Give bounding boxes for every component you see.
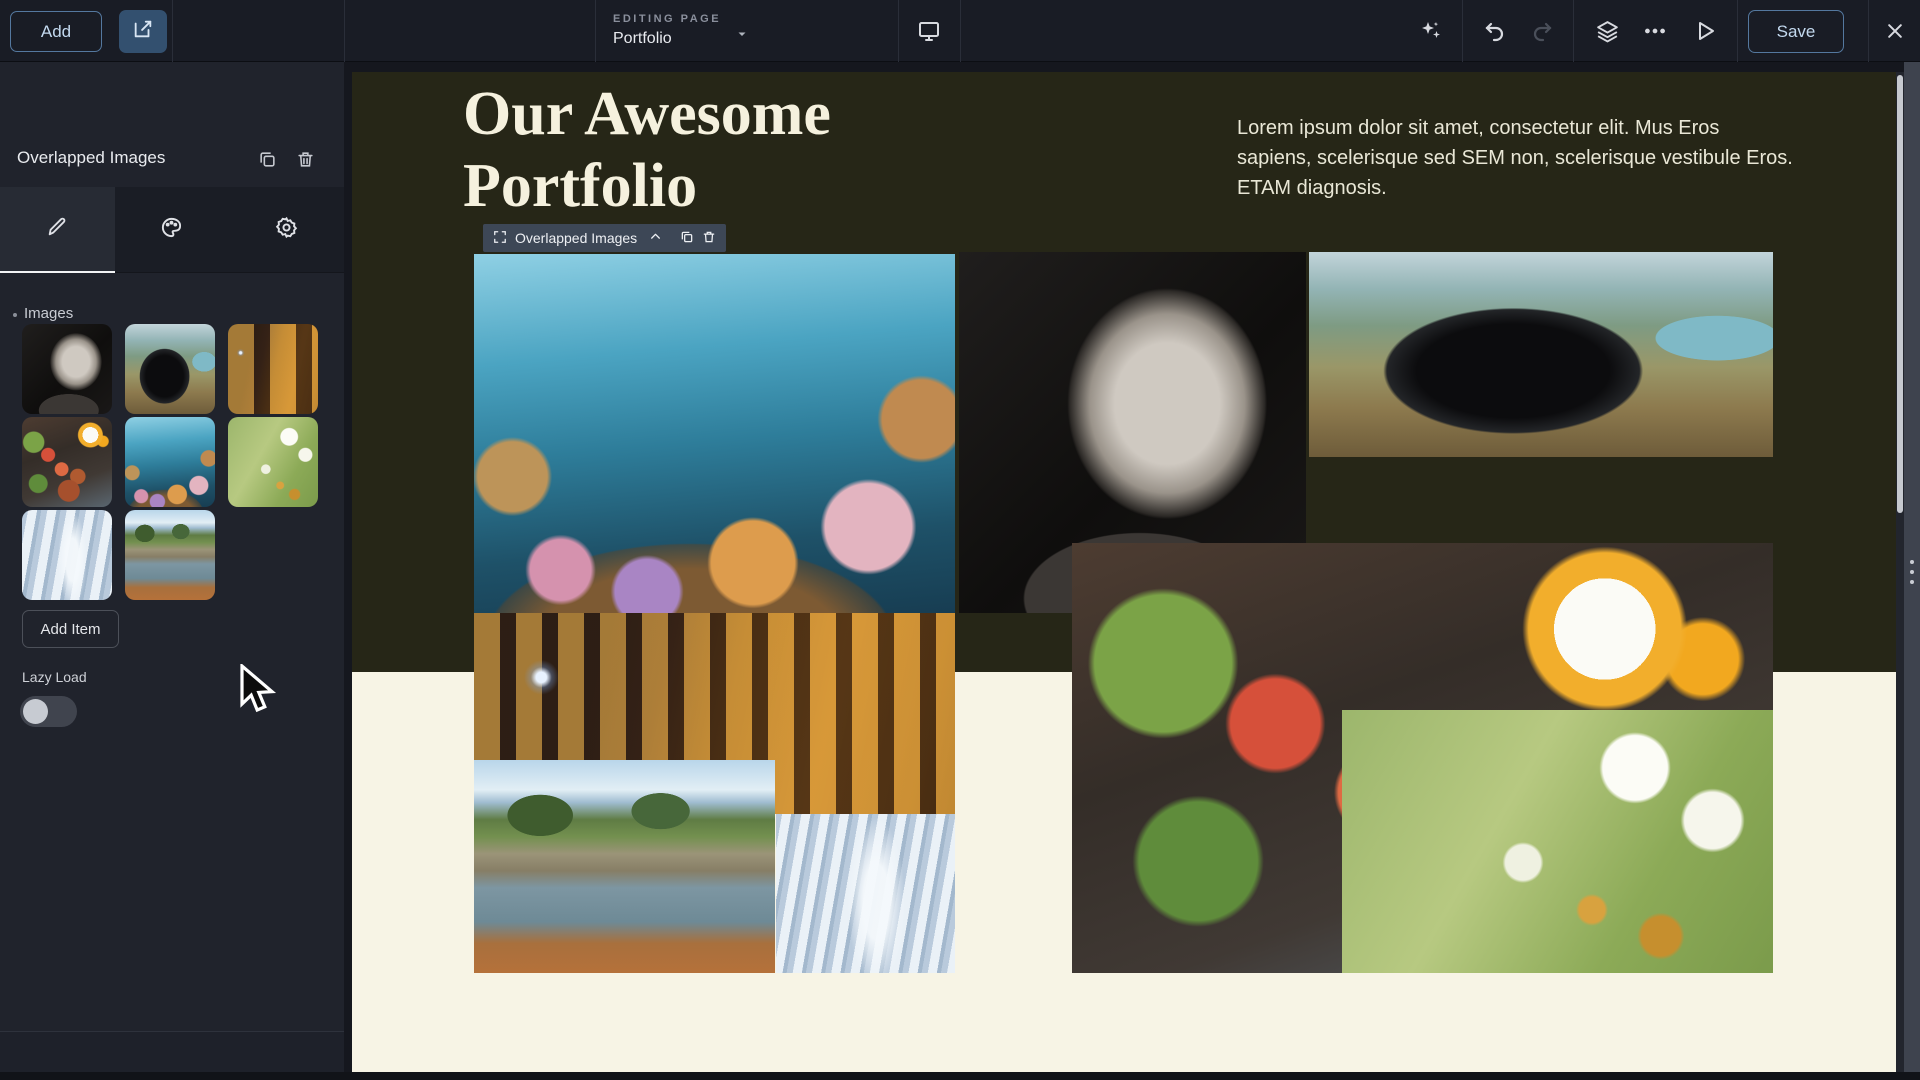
thumbnail-snowy-forest[interactable] xyxy=(22,510,112,600)
collage-image-elephants[interactable] xyxy=(474,760,775,973)
thumbnail-elephants[interactable] xyxy=(125,510,215,600)
tab-style[interactable] xyxy=(115,187,230,273)
canvas-scrollbar-thumb[interactable] xyxy=(1897,75,1903,513)
toolbar-divider xyxy=(960,0,961,62)
undo-icon[interactable] xyxy=(1472,0,1518,62)
window-bottom-edge xyxy=(0,1072,1920,1080)
collage-image-coral-reef[interactable] xyxy=(474,254,955,613)
toolbar-divider xyxy=(1462,0,1463,62)
ai-sparkles-icon[interactable] xyxy=(1408,0,1454,62)
selected-block-badge[interactable]: Overlapped Images xyxy=(483,224,726,252)
thumbnail-old-man-portrait[interactable] xyxy=(22,324,112,414)
add-button[interactable]: Add xyxy=(10,11,102,52)
collage-image-cinema-camera[interactable] xyxy=(1309,252,1773,457)
editor-window: Add EDITING PAGE Portfolio xyxy=(0,0,1920,1080)
collage-image-snowy-forest[interactable] xyxy=(776,814,955,973)
thumbnail-food-plate[interactable] xyxy=(22,417,112,507)
collage-image-flowers-bees[interactable] xyxy=(1342,710,1773,973)
toolbar-divider xyxy=(1737,0,1738,62)
toolbar-divider xyxy=(344,0,345,62)
resize-handle-dot[interactable] xyxy=(1910,560,1914,564)
selected-block-label: Overlapped Images xyxy=(515,230,637,246)
page-name[interactable]: Portfolio xyxy=(613,30,672,48)
preview-play-icon[interactable] xyxy=(1682,0,1728,62)
delete-block-trash-icon[interactable] xyxy=(702,230,716,247)
edit-mode-button[interactable] xyxy=(119,10,167,53)
toolbar-divider xyxy=(595,0,596,62)
pencil-icon xyxy=(46,216,68,243)
panel-title: Overlapped Images xyxy=(17,148,165,168)
more-options-ellipsis-icon[interactable] xyxy=(1632,0,1678,62)
lazy-load-toggle[interactable] xyxy=(20,696,77,727)
mouse-cursor xyxy=(238,664,284,721)
toggle-knob xyxy=(23,699,48,724)
top-toolbar: Add EDITING PAGE Portfolio xyxy=(0,0,1920,62)
page-canvas: Our Awesome Portfolio Lorem ipsum dolor … xyxy=(352,72,1896,1072)
toolbar-divider xyxy=(172,0,173,62)
move-block-icon[interactable] xyxy=(493,230,507,247)
editing-page-label: EDITING PAGE xyxy=(613,13,721,25)
redo-icon[interactable] xyxy=(1519,0,1565,62)
toolbar-divider xyxy=(898,0,899,62)
add-item-button[interactable]: Add Item xyxy=(22,610,119,648)
section-bullet xyxy=(13,313,17,317)
duplicate-block-icon[interactable] xyxy=(258,150,277,174)
thumbnail-cinema-camera[interactable] xyxy=(125,324,215,414)
resize-handle-dot[interactable] xyxy=(1910,580,1914,584)
gear-icon xyxy=(275,216,298,244)
duplicate-block-icon[interactable] xyxy=(680,230,694,247)
thumbnail-coral-reef[interactable] xyxy=(125,417,215,507)
tab-settings[interactable] xyxy=(229,187,344,273)
images-section-label: Images xyxy=(24,305,73,322)
page-heading[interactable]: Our Awesome Portfolio xyxy=(463,78,1023,222)
toolbar-divider xyxy=(1573,0,1574,62)
save-button[interactable]: Save xyxy=(1748,10,1844,53)
device-preview-monitor-icon[interactable] xyxy=(906,0,952,62)
heading-line-1: Our Awesome xyxy=(463,78,1023,150)
close-icon[interactable] xyxy=(1872,0,1918,62)
canvas-resize-strip xyxy=(1904,62,1920,1072)
toolbar-divider xyxy=(1868,0,1869,62)
page-paragraph[interactable]: Lorem ipsum dolor sit amet, consectetur … xyxy=(1237,113,1799,203)
chevron-up-icon[interactable] xyxy=(649,230,662,246)
chevron-down-icon[interactable] xyxy=(736,27,748,45)
settings-sidebar: Overlapped Images xyxy=(0,62,344,1072)
edit-pencil-square-icon xyxy=(132,18,154,45)
layers-icon[interactable] xyxy=(1584,0,1630,62)
thumbnail-flowers-bees[interactable] xyxy=(228,417,318,507)
delete-block-trash-icon[interactable] xyxy=(296,150,315,174)
thumbnail-colosseum[interactable] xyxy=(228,324,318,414)
lazy-load-label: Lazy Load xyxy=(22,669,87,685)
palette-icon xyxy=(160,216,183,244)
heading-line-2: Portfolio xyxy=(463,150,1023,222)
resize-handle-dot[interactable] xyxy=(1910,570,1914,574)
tab-edit[interactable] xyxy=(0,187,115,273)
panel-tabs xyxy=(0,187,344,273)
